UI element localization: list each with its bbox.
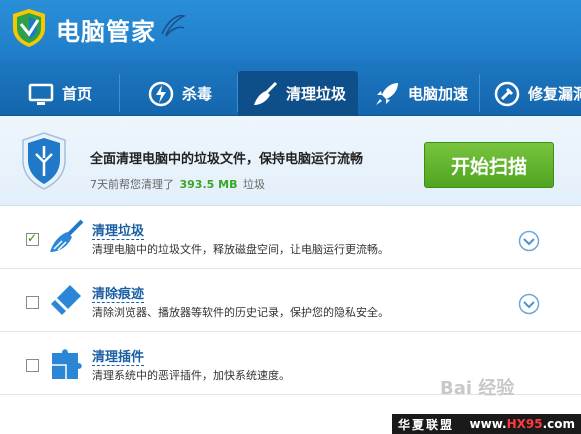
tab-label: 杀毒 [182,85,213,103]
start-scan-button[interactable]: 开始扫描 [424,142,554,188]
last-clean-prefix: 7天前帮您清理了 [90,178,174,191]
shield-bolt-icon [148,81,174,106]
list-item-clear-traces: 清除痕迹 清除浏览器、播放器等软件的历史记录，保护您的隐私安全。 [0,270,581,332]
checkbox[interactable] [26,231,39,246]
title-bar: 电脑管家 [0,0,581,60]
footer-brand: 华夏联盟 [398,417,455,432]
footer-url: www.HX95.com [470,417,581,431]
cleaned-amount: 393.5 MB [179,178,238,191]
footer-url-prefix: www. [469,417,507,431]
tab-speed-up[interactable]: 电脑加速 [360,71,478,116]
repair-icon [494,81,520,106]
item-title[interactable]: 清理插件 [92,346,145,366]
item-title[interactable]: 清除痕迹 [92,283,145,303]
broom-icon [254,81,278,105]
puzzle-icon [52,349,82,379]
summary-title: 全面清理电脑中的垃圾文件，保持电脑运行流畅 [90,152,364,167]
item-description: 清除浏览器、播放器等软件的历史记录，保护您的隐私安全。 [92,306,389,319]
tab-home[interactable]: 首页 [0,71,118,116]
checkbox[interactable] [26,359,39,372]
chevron-down-icon[interactable] [518,293,540,315]
app-logo-icon [13,9,45,47]
broom-icon [50,219,84,252]
item-description: 清理电脑中的垃圾文件，释放磁盘空间，让电脑运行更流畅。 [92,243,389,256]
eraser-icon [51,285,81,315]
chevron-down-icon[interactable] [518,230,540,252]
clean-shield-icon [22,132,66,190]
footer-url-suffix: .com [542,417,575,431]
monitor-icon [28,83,54,105]
footer-url-hx: HX95 [506,417,543,431]
tab-antivirus[interactable]: 杀毒 [120,71,236,116]
list-item-clean-junk: 清理垃圾 清理电脑中的垃圾文件，释放磁盘空间，让电脑运行更流畅。 [0,207,581,269]
rocket-icon [376,82,398,105]
checkbox[interactable] [26,296,39,309]
app-title: 电脑管家 [56,18,156,46]
tab-label: 电脑加速 [408,85,469,103]
main-nav: 首页 杀毒 清理垃圾 电脑加速 修复漏洞 [0,60,581,116]
item-description: 清理系统中的恶评插件，加快系统速度。 [92,369,290,382]
tab-clean-junk[interactable]: 清理垃圾 [238,71,358,116]
last-clean-suffix: 垃圾 [242,178,265,191]
signature-icon [161,14,186,37]
tab-label: 清理垃圾 [286,85,347,103]
footer-banner: 华夏联盟 www.HX95.com [392,414,581,434]
last-clean-info: 7天前帮您清理了 393.5 MB 垃圾 [90,176,265,192]
watermark: Bai 经验 [440,378,515,399]
tab-label: 首页 [62,85,93,103]
tab-label: 修复漏洞 [528,85,581,103]
item-title[interactable]: 清理垃圾 [92,220,145,240]
tab-repair[interactable]: 修复漏洞 [480,71,581,116]
